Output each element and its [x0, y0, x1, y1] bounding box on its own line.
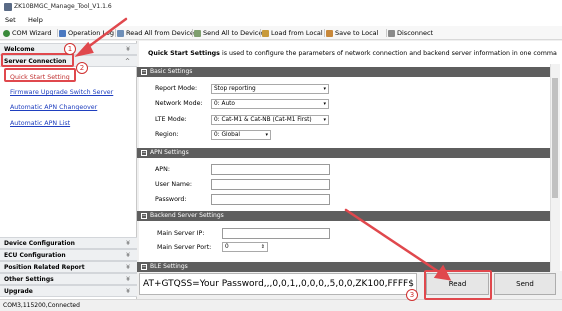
arrow-to-server-connection — [82, 17, 128, 52]
annotation-arrows — [74, 17, 452, 281]
arrowhead-3 — [433, 264, 452, 281]
arrowhead-1 — [74, 41, 94, 58]
arrow-to-read-button — [344, 208, 444, 276]
